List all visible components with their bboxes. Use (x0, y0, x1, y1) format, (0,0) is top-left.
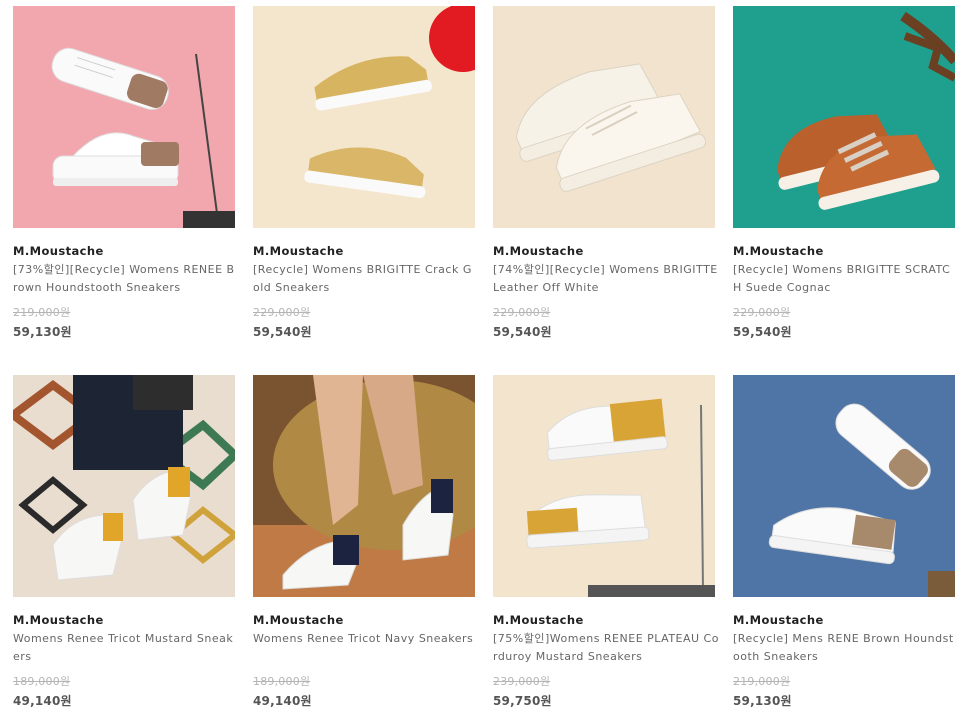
original-price: 219,000원 (13, 306, 71, 319)
product-name[interactable]: [75%할인]Womens RENEE PLATEAU Corduroy Mus… (493, 630, 719, 666)
product-brand: M.Moustache (253, 244, 344, 258)
product-brand: M.Moustache (13, 613, 104, 627)
original-price: 239,000원 (493, 675, 551, 688)
original-price: 229,000원 (253, 306, 311, 319)
sale-price: 59,750원 (493, 694, 552, 708)
product-image[interactable] (733, 6, 955, 228)
product-image[interactable] (493, 6, 715, 228)
product-brand: M.Moustache (493, 244, 584, 258)
product-image[interactable] (253, 375, 475, 597)
product-name[interactable]: Womens Renee Tricot Navy Sneakers (253, 630, 479, 648)
product-brand: M.Moustache (493, 613, 584, 627)
product-brand: M.Moustache (733, 613, 824, 627)
product-brand: M.Moustache (13, 244, 104, 258)
product-name[interactable]: [Recycle] Mens RENE Brown Houndstooth Sn… (733, 630, 959, 666)
product-image[interactable] (493, 375, 715, 597)
original-price: 189,000원 (13, 675, 71, 688)
product-image[interactable] (13, 375, 235, 597)
original-price: 189,000원 (253, 675, 311, 688)
product-brand: M.Moustache (733, 244, 824, 258)
product-image[interactable] (253, 6, 475, 228)
product-name[interactable]: Womens Renee Tricot Mustard Sneakers (13, 630, 239, 666)
product-name[interactable]: [74%할인][Recycle] Womens BRIGITTE Leather… (493, 261, 719, 297)
sale-price: 59,540원 (493, 325, 552, 339)
product-image[interactable] (13, 6, 235, 228)
product-image[interactable] (733, 375, 955, 597)
sale-price: 59,540원 (253, 325, 312, 339)
sale-price: 59,130원 (733, 694, 792, 708)
product-brand: M.Moustache (253, 613, 344, 627)
original-price: 229,000원 (733, 306, 791, 319)
product-name[interactable]: [73%할인][Recycle] Womens RENEE Brown Houn… (13, 261, 239, 297)
product-grid: M.Moustache [73%할인][Recycle] Womens RENE… (0, 0, 961, 719)
product-name[interactable]: [Recycle] Womens BRIGITTE SCRATCH Suede … (733, 261, 959, 297)
sale-price: 59,130원 (13, 325, 72, 339)
product-name[interactable]: [Recycle] Womens BRIGITTE Crack Gold Sne… (253, 261, 479, 297)
original-price: 229,000원 (493, 306, 551, 319)
sale-price: 59,540원 (733, 325, 792, 339)
sale-price: 49,140원 (13, 694, 72, 708)
sale-price: 49,140원 (253, 694, 312, 708)
original-price: 219,000원 (733, 675, 791, 688)
